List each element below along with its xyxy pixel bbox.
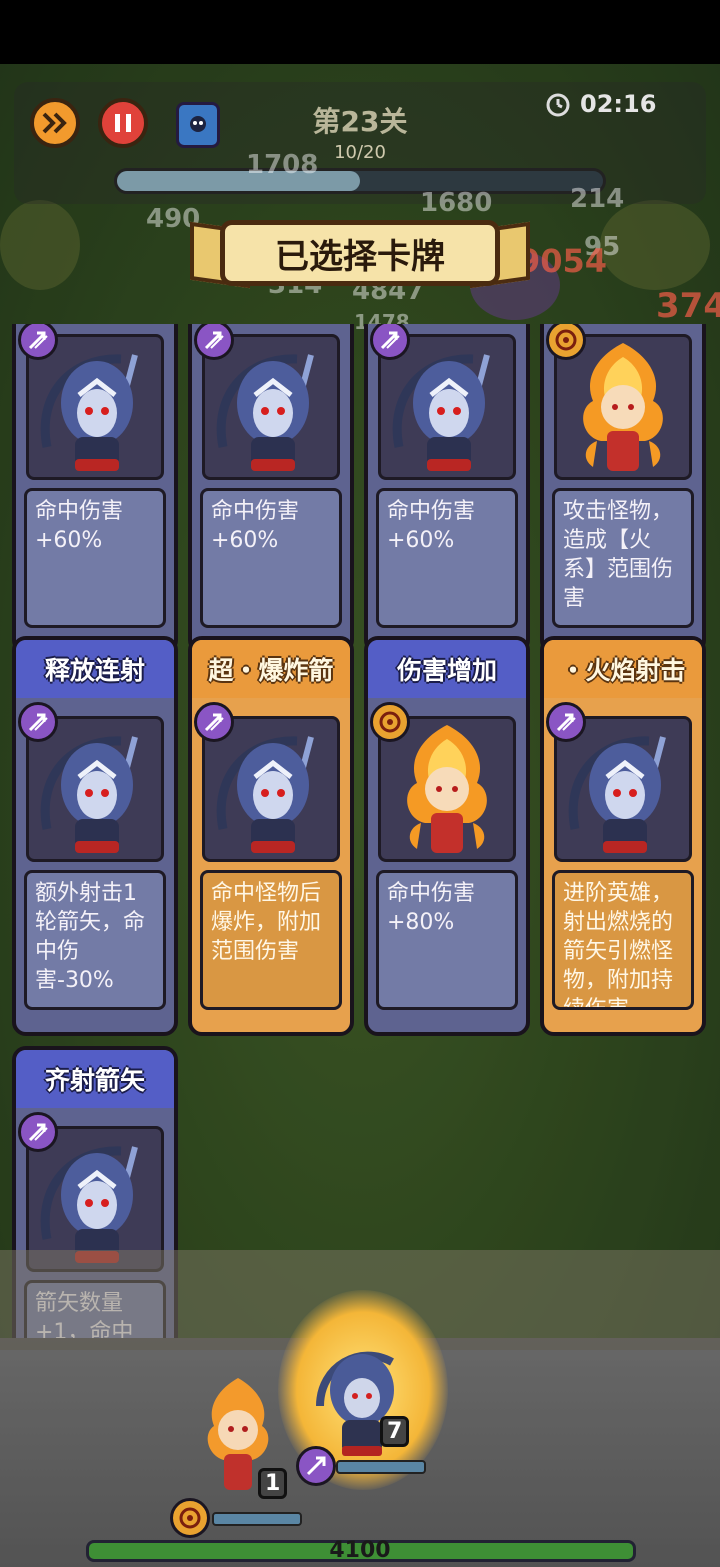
- card-description: 命中怪物后爆炸，附加范围伤害: [200, 870, 342, 1010]
- fire-hero-xp-bar: [212, 1512, 302, 1526]
- skill-card[interactable]: 伤害增加命中伤害+80%: [364, 636, 530, 1036]
- card-description: 额外射击1轮箭矢，命中伤害-30%: [24, 870, 166, 1010]
- wave-progress-fill: [117, 171, 360, 191]
- base-hp-value: 4100: [329, 1538, 391, 1563]
- fire-target-icon: [370, 702, 410, 742]
- card-description: 攻击怪物，造成【火系】范围伤害: [552, 488, 694, 628]
- skill-card[interactable]: 超・爆炸箭命中怪物后爆炸，附加范围伤害: [188, 636, 354, 1036]
- skill-card[interactable]: 命中伤害+60%: [12, 324, 178, 654]
- status-bar: [0, 0, 720, 64]
- arrow-icon: [18, 1112, 58, 1152]
- skill-card[interactable]: ・火焰射击进阶英雄，射出燃烧的箭矢引燃怪物，附加持续伤害: [540, 636, 706, 1036]
- card-description: 命中伤害+60%: [200, 488, 342, 628]
- skill-card[interactable]: 攻击怪物，造成【火系】范围伤害: [540, 324, 706, 654]
- card-title: 超・爆炸箭: [192, 640, 350, 698]
- wave-counter: 10/20: [334, 142, 386, 163]
- card-title: ・火焰射击: [544, 640, 702, 698]
- card-description: 进阶英雄，射出燃烧的箭矢引燃怪物，附加持续伤害: [552, 870, 694, 1010]
- selected-cards-title: 已选择卡牌: [220, 220, 500, 286]
- arrow-icon: [18, 702, 58, 742]
- skill-card[interactable]: 命中伤害+60%: [364, 324, 530, 654]
- card-description: 命中伤害+60%: [376, 488, 518, 628]
- archer-hero-level: 7: [380, 1416, 410, 1447]
- skull-icon: [190, 116, 206, 132]
- card-title: 伤害增加: [368, 640, 526, 698]
- clock-icon: [545, 92, 571, 122]
- arrow-icon: [194, 702, 234, 742]
- damage-number: 9054: [518, 242, 608, 280]
- arrow-icon: [296, 1446, 336, 1486]
- fire-target-icon: [170, 1498, 210, 1538]
- card-title: 齐射箭矢: [16, 1050, 174, 1108]
- card-description: 命中伤害+80%: [376, 870, 518, 1010]
- level-title: 第23关: [312, 105, 408, 138]
- damage-number: 1708: [246, 150, 319, 180]
- damage-number: 374: [656, 286, 720, 326]
- arrow-icon: [546, 702, 586, 742]
- damage-number: 1680: [420, 188, 493, 218]
- card-description: 命中伤害+60%: [24, 488, 166, 628]
- archer-hero-xp-bar: [336, 1460, 426, 1474]
- selected-cards-grid[interactable]: 命中伤害+60% 命中伤害+60% 命中伤害+60% 攻击怪物，造成【火系】范围伤害释…: [0, 324, 720, 1338]
- card-title: 释放连射: [16, 640, 174, 698]
- fire-hero-level: 1: [258, 1468, 288, 1499]
- pause-button[interactable]: [98, 98, 148, 148]
- timer: 02:16: [580, 90, 657, 118]
- fast-forward-button[interactable]: [30, 98, 80, 148]
- skill-card[interactable]: 释放连射额外射击1轮箭矢，命中伤害-30%: [12, 636, 178, 1036]
- pause-icon: [115, 114, 131, 132]
- card-deck-button[interactable]: [176, 102, 220, 148]
- skill-card[interactable]: 命中伤害+60%: [188, 324, 354, 654]
- fast-forward-icon: [42, 112, 67, 134]
- damage-number: 214: [570, 184, 625, 214]
